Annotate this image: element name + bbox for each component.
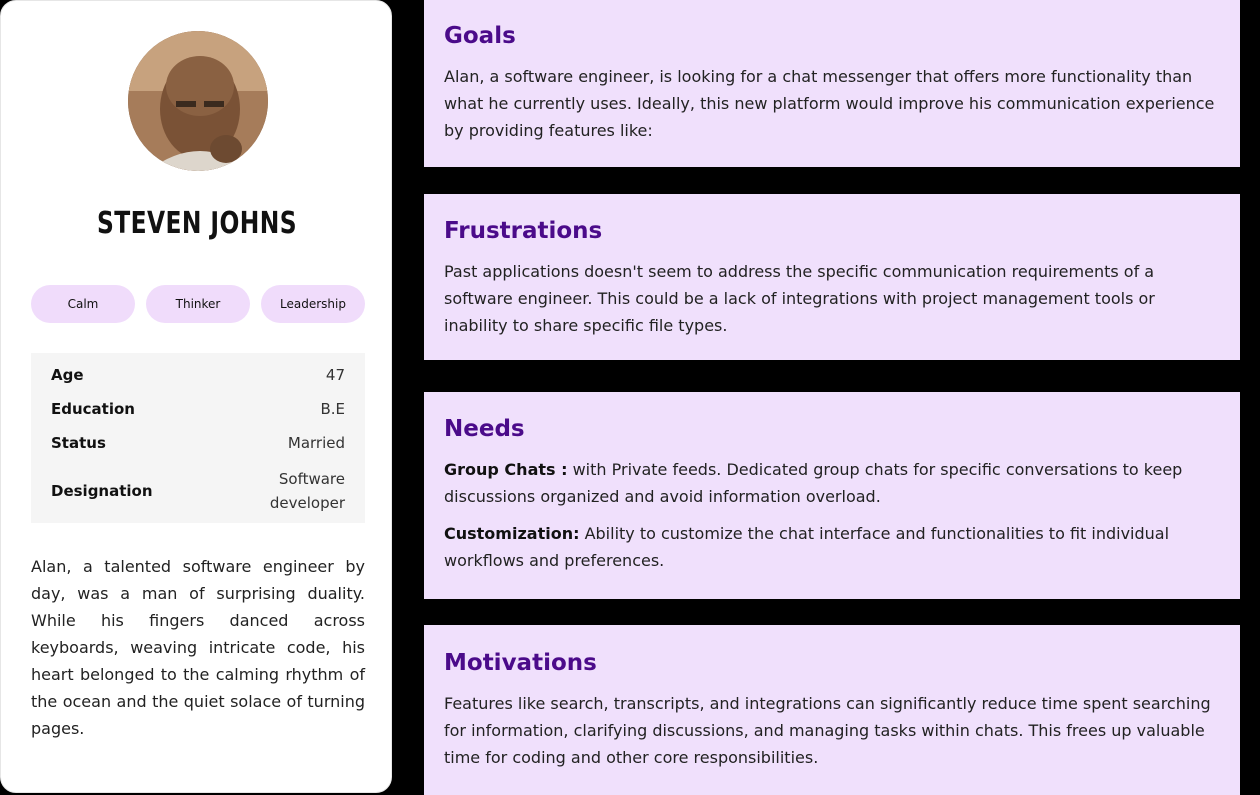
portrait-image — [128, 31, 268, 171]
info-key: Status — [51, 433, 106, 452]
goals-title: Goals — [444, 23, 516, 49]
frustrations-text: Past applications doesn't seem to addres… — [444, 262, 1155, 335]
motivations-title: Motivations — [444, 650, 597, 676]
need-item-customization: Customization: Ability to customize the … — [444, 520, 1220, 574]
info-key: Designation — [51, 482, 153, 500]
tag-calm: Calm — [31, 285, 135, 323]
trait-tags: Calm Thinker Leadership — [31, 285, 365, 323]
need-item-group-chats: Group Chats : with Private feeds. Dedica… — [444, 456, 1220, 510]
tag-thinker: Thinker — [146, 285, 250, 323]
info-row-designation: Designation Software developer — [51, 465, 345, 517]
info-value: Software developer — [269, 470, 345, 512]
info-row-education: Education B.E — [51, 397, 345, 420]
avatar — [128, 31, 268, 171]
info-key: Education — [51, 399, 135, 418]
goals-section: Goals Alan, a software engineer, is look… — [424, 0, 1240, 167]
tag-leadership: Leadership — [261, 285, 365, 323]
info-value: Married — [287, 433, 345, 452]
need-label: Customization: — [444, 524, 580, 543]
motivations-text: Features like search, transcripts, and i… — [444, 694, 1211, 767]
frustrations-title: Frustrations — [444, 218, 603, 244]
frustrations-section: Frustrations Past applications doesn't s… — [424, 194, 1240, 360]
needs-title: Needs — [444, 416, 525, 442]
info-row-age: Age 47 — [51, 363, 345, 386]
info-table: Age 47 Education B.E Status Married Desi… — [31, 353, 365, 523]
info-row-status: Status Married — [51, 431, 345, 454]
persona-card: STEVEN JOHNS Calm Thinker Leadership Age… — [0, 0, 392, 793]
needs-section: Needs Group Chats : with Private feeds. … — [424, 392, 1240, 599]
info-key: Age — [51, 365, 84, 384]
persona-bio: Alan, a talented software engineer by da… — [31, 557, 365, 738]
goals-text: Alan, a software engineer, is looking fo… — [444, 67, 1215, 140]
need-label: Group Chats : — [444, 460, 568, 479]
info-value: B.E — [320, 399, 345, 418]
persona-name: STEVEN JOHNS — [97, 206, 297, 241]
info-value: 47 — [325, 365, 345, 384]
motivations-section: Motivations Features like search, transc… — [424, 625, 1240, 795]
